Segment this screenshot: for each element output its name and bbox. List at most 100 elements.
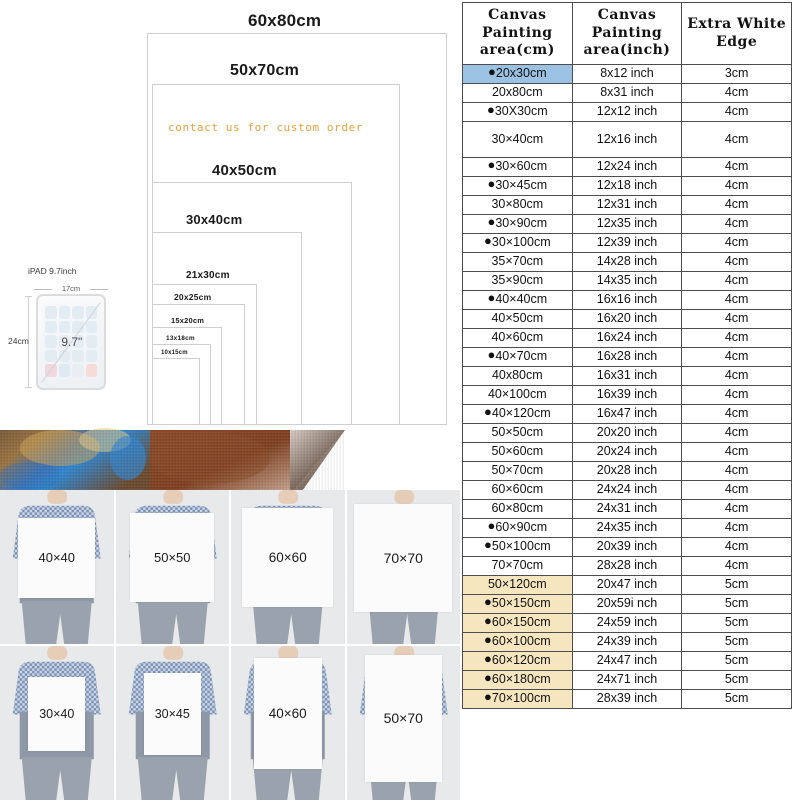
table-row[interactable]: 35×70cm 14x28 inch 4cm — [462, 252, 792, 272]
canvas-size-card-label: 30×45 — [154, 706, 190, 721]
table-row[interactable]: ●60×150cm 24x59 inch 5cm — [462, 613, 792, 633]
cell-canvas-area-inch: 12x35 inch — [571, 214, 683, 234]
cell-extra-white-edge: 4cm — [681, 328, 792, 348]
table-row[interactable]: ●40×70cm 16x28 inch 4cm — [462, 347, 792, 367]
table-row[interactable]: ●50×100cm 20x39 inch 4cm — [462, 537, 792, 557]
cell-extra-white-edge: 5cm — [681, 632, 792, 652]
cell-canvas-area-cm: 40×60cm — [462, 328, 573, 348]
cell-extra-white-edge: 5cm — [681, 670, 792, 690]
table-row[interactable]: 40x80cm 16x31 inch 4cm — [462, 366, 792, 386]
table-row[interactable]: 50×120cm 20x47 inch 5cm — [462, 575, 792, 595]
table-row[interactable]: ●20x30cm 8x12 inch 3cm — [462, 64, 792, 84]
canvas-size-card: 40×40 — [18, 517, 96, 598]
cell-canvas-area-cm: ●40×120cm — [462, 404, 573, 424]
table-row[interactable]: ●40×120cm 16x47 inch 4cm — [462, 404, 792, 424]
size-rect-10x15cm — [152, 358, 200, 425]
cell-canvas-area-cm: 20x80cm — [462, 83, 573, 103]
table-row[interactable]: 40×60cm 16x24 inch 4cm — [462, 328, 792, 348]
cell-canvas-area-inch: 24x24 inch — [571, 480, 683, 500]
cell-canvas-area-cm: 30×80cm — [462, 195, 573, 215]
cell-canvas-area-inch: 24x31 inch — [571, 499, 683, 519]
cell-canvas-area-inch: 24x71 inch — [571, 670, 683, 690]
canvas-size-card-label: 40×60 — [268, 706, 307, 722]
canvas-size-table: Canvas Painting area(cm) Canvas Painting… — [462, 2, 792, 709]
table-row[interactable]: ●50×150cm 20x59i nch 5cm — [462, 594, 792, 614]
cell-extra-white-edge: 4cm — [681, 385, 792, 405]
table-row[interactable]: ●60×100cm 24x39 inch 5cm — [462, 632, 792, 652]
table-row[interactable]: 60×80cm 24x31 inch 4cm — [462, 499, 792, 519]
cell-canvas-area-cm: ●20x30cm — [462, 64, 573, 84]
table-row[interactable]: 50×70cm 20x28 inch 4cm — [462, 461, 792, 481]
table-row[interactable]: ●30×45cm 12x18 inch 4cm — [462, 176, 792, 196]
bullet-dot-icon: ● — [488, 64, 496, 80]
table-row[interactable]: ●30×100cm 12x39 inch 4cm — [462, 233, 792, 253]
table-row[interactable]: ●60×120cm 24x47 inch 5cm — [462, 651, 792, 671]
cell-canvas-area-inch: 12x12 inch — [571, 102, 683, 122]
table-row[interactable]: ●60×180cm 24x71 inch 5cm — [462, 670, 792, 690]
table-head: Canvas Painting area(cm) Canvas Painting… — [462, 2, 792, 65]
ipad-title: iPAD 9.7inch — [28, 266, 77, 276]
size-rect-label: 50x70cm — [230, 62, 300, 79]
table-row[interactable]: 50×50cm 20x20 inch 4cm — [462, 423, 792, 443]
table-row[interactable]: ●30×90cm 12x35 inch 4cm — [462, 214, 792, 234]
size-rect-label: 15x20cm — [171, 316, 205, 325]
table-row[interactable]: ●40×40cm 16x16 inch 4cm — [462, 290, 792, 310]
cell-canvas-area-cm: 60×60cm — [462, 480, 573, 500]
canvas-size-card: 40×60 — [253, 658, 322, 770]
cell-canvas-area-cm: 40×100cm — [462, 385, 573, 405]
cell-canvas-area-inch: 16x47 inch — [571, 404, 683, 424]
photo-cell: 40×40 — [0, 490, 114, 644]
cell-extra-white-edge: 4cm — [681, 121, 792, 158]
size-table-pane: Canvas Painting area(cm) Canvas Painting… — [460, 0, 800, 800]
table-row[interactable]: 30×40cm 12x16 inch 4cm — [462, 121, 792, 158]
canvas-size-card-label: 70×70 — [383, 549, 423, 566]
table-row[interactable]: 30×80cm 12x31 inch 4cm — [462, 195, 792, 215]
table-row[interactable]: ●30×60cm 12x24 inch 4cm — [462, 157, 792, 177]
cell-canvas-area-inch: 24x59 inch — [571, 613, 683, 633]
cell-canvas-area-cm: ●60×90cm — [462, 518, 573, 538]
header-canvas-area-inch: Canvas Painting area(inch) — [571, 2, 683, 65]
table-row[interactable]: 40×100cm 16x39 inch 4cm — [462, 385, 792, 405]
canvas-size-card-label: 40×40 — [38, 550, 75, 566]
table-row[interactable]: 70×70cm 28x28 inch 4cm — [462, 556, 792, 576]
table-row[interactable]: ●70×100cm 28x39 inch 5cm — [462, 689, 792, 709]
bullet-dot-icon: ● — [487, 176, 496, 192]
photo-cell: 60×60 — [231, 490, 345, 644]
cell-canvas-area-inch: 16x31 inch — [571, 366, 683, 386]
cell-canvas-area-inch: 24x47 inch — [571, 651, 683, 671]
bullet-dot-icon: ● — [484, 689, 492, 705]
table-row[interactable]: ●60×90cm 24x35 inch 4cm — [462, 518, 792, 538]
table-row[interactable]: ●30X30cm 12x12 inch 4cm — [462, 102, 792, 122]
cell-extra-white-edge: 4cm — [681, 537, 792, 557]
cell-extra-white-edge: 4cm — [681, 480, 792, 500]
size-rect-label: 60x80cm — [248, 11, 322, 30]
cell-canvas-area-inch: 12x18 inch — [571, 176, 683, 196]
size-rect-label: 40x50cm — [212, 162, 277, 179]
cell-canvas-area-inch: 8x31 inch — [571, 83, 683, 103]
cell-canvas-area-inch: 12x31 inch — [571, 195, 683, 215]
cell-canvas-area-cm: ●70×100cm — [462, 689, 573, 709]
canvas-size-card-label: 50×70 — [383, 710, 423, 727]
table-row[interactable]: 60×60cm 24x24 inch 4cm — [462, 480, 792, 500]
table-row[interactable]: 20x80cm 8x31 inch 4cm — [462, 83, 792, 103]
size-chart-page: 60x80cm 50x70cm 40x50cm 30x40cm 21x30cm 20x25… — [0, 0, 800, 800]
model-photo-grid: 40×40 50×50 60×60 70×70 30×40 30×45 40×6… — [0, 490, 460, 800]
size-rect-label: 13x18cm — [166, 335, 195, 342]
cell-canvas-area-cm: ●60×180cm — [462, 670, 573, 690]
cell-canvas-area-cm: 50×70cm — [462, 461, 573, 481]
cell-extra-white-edge: 4cm — [681, 309, 792, 329]
table-row[interactable]: 40×50cm 16x20 inch 4cm — [462, 309, 792, 329]
header-canvas-area-cm: Canvas Painting area(cm) — [462, 2, 573, 65]
cell-canvas-area-cm: 40×50cm — [462, 309, 573, 329]
bullet-dot-icon: ● — [487, 347, 496, 363]
canvas-size-card-label: 30×40 — [39, 706, 75, 721]
cell-canvas-area-cm: 40x80cm — [462, 366, 573, 386]
cell-canvas-area-inch: 24x39 inch — [571, 632, 683, 652]
cell-canvas-area-cm: 50×50cm — [462, 423, 573, 443]
table-row[interactable]: 35×90cm 14x35 inch 4cm — [462, 271, 792, 291]
cell-canvas-area-inch: 12x16 inch — [571, 121, 683, 158]
cell-canvas-area-cm: ●30X30cm — [462, 102, 573, 122]
bullet-dot-icon: ● — [484, 632, 492, 648]
table-row[interactable]: 50×60cm 20x24 inch 4cm — [462, 442, 792, 462]
canvas-size-card-label: 50×50 — [153, 550, 191, 566]
